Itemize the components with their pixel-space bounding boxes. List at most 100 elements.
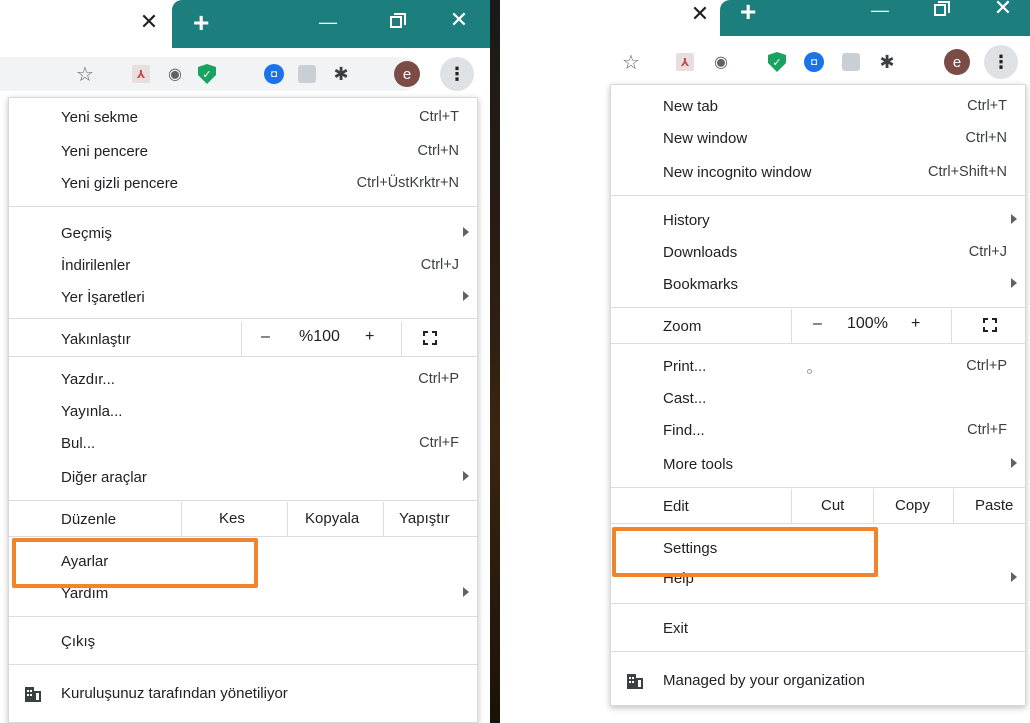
menu-item-shortcut: Ctrl+J	[420, 257, 459, 273]
close-window-icon[interactable]: ✕	[991, 0, 1015, 19]
settings-highlight-box	[12, 538, 258, 588]
menu-item-cast[interactable]: Yayınla...	[9, 396, 477, 428]
pdf-extension-icon[interactable]: ⅄	[676, 53, 694, 71]
edit-cell-divider	[181, 502, 182, 536]
menu-item-shortcut: Ctrl+T	[967, 98, 1007, 114]
menu-separator	[611, 603, 1025, 604]
bookmark-star-icon[interactable]: ☆	[620, 51, 642, 74]
menu-item-label: Exit	[663, 620, 689, 637]
blue-extension-icon[interactable]: ◘	[264, 64, 284, 84]
menu-item-label: More tools	[663, 456, 734, 473]
new-tab-icon[interactable]: +	[193, 9, 209, 37]
menu-item-history[interactable]: Geçmiş	[9, 218, 477, 250]
zoom-out-button[interactable]: –	[813, 315, 822, 333]
cut-button[interactable]: Kes	[219, 510, 245, 527]
grey-extension-icon[interactable]	[842, 53, 860, 71]
zoom-level: %100	[299, 328, 340, 345]
green-shield-extension-icon[interactable]: ✓	[768, 52, 786, 72]
copy-button[interactable]: Kopyala	[305, 510, 359, 527]
menu-item-new-window[interactable]: New window Ctrl+N	[611, 123, 1025, 155]
menu-separator	[9, 536, 477, 537]
menu-item-find[interactable]: Find... Ctrl+F	[611, 415, 1025, 447]
close-tab-icon[interactable]: ✕	[137, 10, 161, 34]
menu-item-new-tab[interactable]: Yeni sekme Ctrl+T	[9, 102, 477, 134]
close-window-icon[interactable]: ✕	[447, 9, 471, 31]
menu-separator	[611, 195, 1025, 196]
chrome-menu: Yeni sekme Ctrl+T Yeni pencere Ctrl+N Ye…	[8, 97, 478, 723]
menu-item-print[interactable]: Yazdır... Ctrl+P	[9, 364, 477, 396]
menu-item-managed[interactable]: Managed by your organization	[611, 665, 1025, 697]
restore-icon[interactable]	[928, 0, 952, 20]
menu-item-label: Diğer araçlar	[61, 469, 147, 486]
extensions-puzzle-icon[interactable]: ✱	[330, 63, 352, 85]
grey-extension-icon[interactable]	[298, 65, 316, 83]
menu-item-more-tools[interactable]: Diğer araçlar	[9, 462, 477, 494]
menu-separator	[9, 664, 477, 665]
zoom-out-button[interactable]: –	[261, 328, 270, 346]
restore-icon[interactable]	[384, 12, 408, 32]
edit-cell-divider	[287, 502, 288, 536]
menu-item-find[interactable]: Bul... Ctrl+F	[9, 428, 477, 460]
submenu-arrow-icon	[463, 587, 469, 597]
new-tab-icon[interactable]: +	[740, 0, 756, 26]
menu-item-exit[interactable]: Exit	[611, 613, 1025, 645]
menu-item-label: Yayınla...	[61, 403, 123, 420]
menu-item-label: History	[663, 212, 710, 229]
profile-avatar[interactable]: e	[944, 49, 970, 75]
menu-item-new-incognito[interactable]: Yeni gizli pencere Ctrl+ÜstKrktr+N	[9, 168, 477, 200]
privacy-shield-icon[interactable]: ◉	[710, 51, 732, 73]
menu-item-label: Print...	[663, 358, 707, 375]
menu-item-exit[interactable]: Çıkış	[9, 626, 477, 658]
fullscreen-icon[interactable]	[983, 318, 997, 332]
privacy-shield-icon[interactable]: ◉	[164, 63, 186, 85]
paste-button[interactable]: Yapıştır	[399, 510, 450, 527]
menu-item-print[interactable]: Print... Ctrl+P	[611, 351, 1025, 383]
menu-item-bookmarks[interactable]: Yer İşaretleri	[9, 282, 477, 314]
menu-item-downloads[interactable]: İndirilenler Ctrl+J	[9, 250, 477, 282]
profile-avatar[interactable]: e	[394, 61, 420, 87]
menu-item-new-tab[interactable]: New tab Ctrl+T	[611, 91, 1025, 123]
submenu-arrow-icon	[1011, 278, 1017, 288]
menu-item-label: Downloads	[663, 244, 738, 261]
zoom-in-button[interactable]: +	[365, 328, 374, 346]
blue-extension-icon[interactable]: ◘	[804, 52, 824, 72]
menu-item-history[interactable]: History	[611, 205, 1025, 237]
title-bar: ✕ + — ✕	[604, 0, 1030, 36]
title-bar: ✕ + — ✕	[0, 0, 490, 48]
fullscreen-icon[interactable]	[423, 331, 437, 345]
menu-separator	[611, 343, 1025, 344]
menu-item-new-window[interactable]: Yeni pencere Ctrl+N	[9, 136, 477, 168]
menu-item-cast[interactable]: Cast...	[611, 383, 1025, 415]
submenu-arrow-icon	[463, 227, 469, 237]
extensions-puzzle-icon[interactable]: ✱	[876, 51, 898, 73]
close-tab-icon[interactable]: ✕	[688, 2, 712, 26]
minimize-icon[interactable]: —	[868, 0, 892, 20]
menu-item-downloads[interactable]: Downloads Ctrl+J	[611, 237, 1025, 269]
menu-item-label: New tab	[663, 98, 719, 115]
submenu-arrow-icon	[1011, 214, 1017, 224]
copy-button[interactable]: Copy	[895, 497, 930, 514]
paste-button[interactable]: Paste	[975, 497, 1013, 514]
zoom-in-button[interactable]: +	[911, 315, 920, 333]
menu-item-bookmarks[interactable]: Bookmarks	[611, 269, 1025, 301]
menu-item-managed[interactable]: Kuruluşunuz tarafından yönetiliyor	[9, 678, 477, 710]
menu-item-shortcut: Ctrl+ÜstKrktr+N	[356, 175, 459, 191]
pdf-extension-icon[interactable]: ⅄	[132, 65, 150, 83]
menu-kebab-icon[interactable]: ⋮	[984, 45, 1018, 79]
toolbar: ☆ ⅄ ◉ ✓ ◘ ✱ e ⋮	[0, 48, 490, 100]
menu-item-more-tools[interactable]: More tools	[611, 449, 1025, 481]
menu-item-label: Find...	[663, 422, 705, 439]
edit-cell-divider	[383, 502, 384, 536]
menu-kebab-icon[interactable]: ⋮	[440, 57, 474, 91]
edit-cell-divider	[873, 489, 874, 523]
edit-cell-divider	[791, 489, 792, 523]
organization-building-icon	[25, 686, 41, 702]
bookmark-star-icon[interactable]: ☆	[74, 63, 96, 86]
minimize-icon[interactable]: —	[316, 12, 340, 32]
menu-item-label: New window	[663, 130, 748, 147]
submenu-arrow-icon	[1011, 458, 1017, 468]
cut-button[interactable]: Cut	[821, 497, 844, 514]
menu-item-label: Düzenle	[61, 511, 117, 528]
menu-item-new-incognito[interactable]: New incognito window Ctrl+Shift+N	[611, 157, 1025, 189]
menu-item-zoom: Yakınlaştır – %100 +	[9, 322, 477, 356]
